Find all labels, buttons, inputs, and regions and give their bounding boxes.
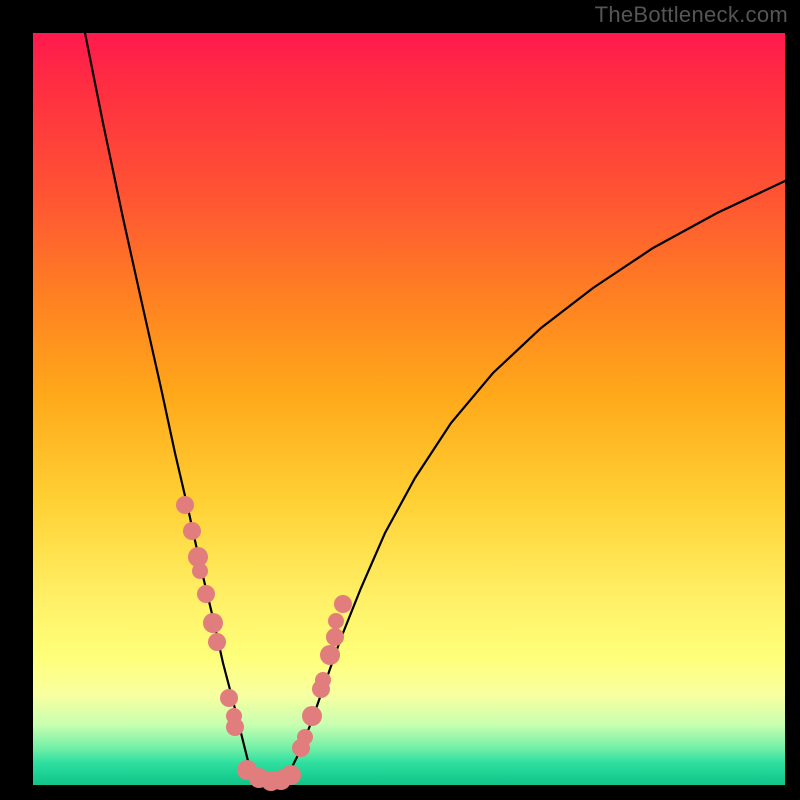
data-marker (297, 729, 313, 745)
data-marker (315, 672, 331, 688)
watermark-text: TheBottleneck.com (595, 2, 788, 28)
data-marker (183, 522, 201, 540)
data-marker (302, 706, 322, 726)
data-marker (192, 563, 208, 579)
data-marker (176, 496, 194, 514)
data-marker (334, 595, 352, 613)
bottleneck-curve (85, 33, 785, 781)
data-marker (203, 613, 223, 633)
data-marker (220, 689, 238, 707)
data-marker (197, 585, 215, 603)
data-marker (326, 628, 344, 646)
data-marker (328, 613, 344, 629)
data-marker (281, 765, 301, 785)
marker-layer (176, 496, 352, 791)
plot-area (33, 33, 785, 785)
data-marker (208, 633, 226, 651)
data-marker (320, 645, 340, 665)
data-marker (226, 718, 244, 736)
curve-svg (33, 33, 785, 785)
chart-stage: TheBottleneck.com (0, 0, 800, 800)
